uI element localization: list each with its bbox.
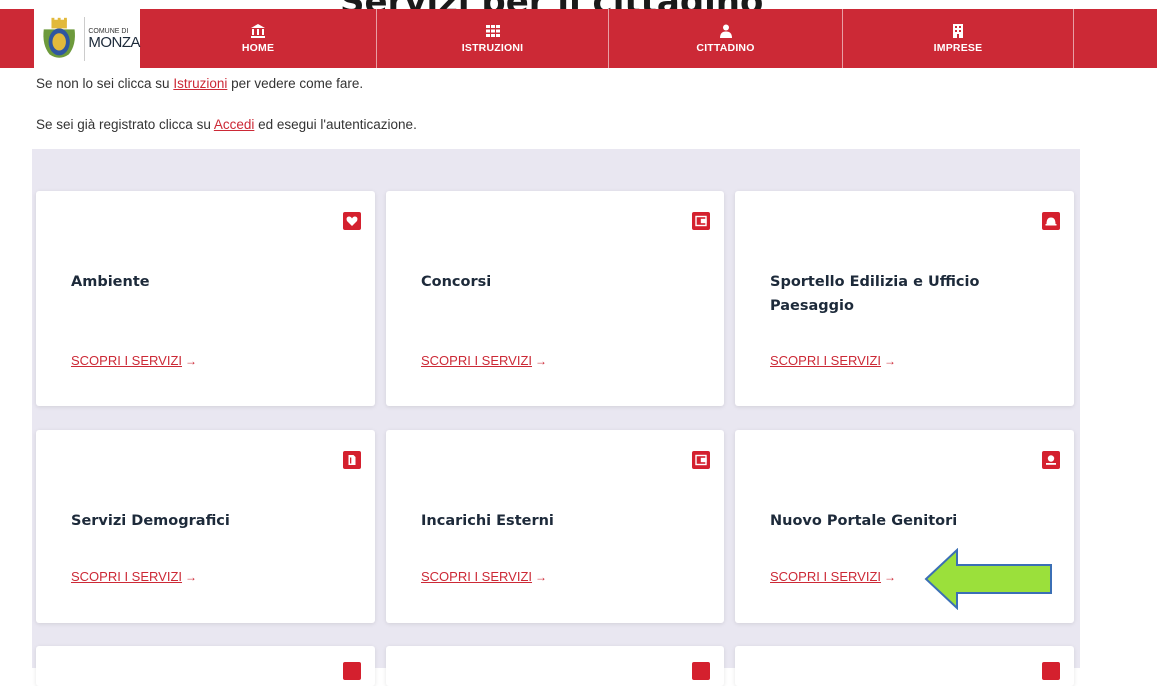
arrow-right-icon: → — [884, 354, 897, 368]
discover-services-link[interactable]: SCOPRI I SERVIZI → — [770, 353, 896, 368]
logo-line-2: MONZA — [88, 33, 140, 51]
accedi-link[interactable]: Accedi — [214, 117, 255, 132]
city-crest-icon — [43, 17, 75, 58]
nav-cittadino[interactable]: CITTADINO — [609, 9, 843, 68]
service-card-edilizia[interactable]: Sportello Edilizia e Ufficio Paesaggio S… — [735, 191, 1074, 406]
intro-text: ed esegui l'autenticazione. — [254, 117, 417, 132]
service-card-concorsi[interactable]: Concorsi SCOPRI I SERVIZI → — [386, 191, 724, 406]
service-card-incarichi[interactable]: Incarichi Esterni SCOPRI I SERVIZI → — [386, 430, 724, 623]
discover-services-link[interactable]: SCOPRI I SERVIZI → — [770, 569, 896, 584]
service-card-partial[interactable] — [735, 646, 1074, 686]
card-title: Nuovo Portale Genitori — [770, 513, 958, 529]
card-title: Servizi Demografici — [71, 513, 230, 529]
discover-services-link[interactable]: SCOPRI I SERVIZI → — [421, 569, 547, 584]
logo[interactable]: COMUNE DI MONZA — [34, 9, 140, 68]
discover-services-label: SCOPRI I SERVIZI — [770, 353, 882, 368]
building-icon — [953, 23, 963, 38]
grid-icon — [485, 24, 500, 37]
nav-istruzioni[interactable]: ISTRUZIONI — [377, 9, 609, 68]
logo-divider — [84, 16, 86, 61]
arrow-right-icon: → — [185, 570, 198, 584]
arrow-right-icon: → — [535, 354, 548, 368]
arrow-right-icon: → — [535, 570, 548, 584]
card-title: Incarichi Esterni — [421, 513, 554, 529]
wallet-icon — [692, 451, 710, 469]
nav-cittadino-label: CITTADINO — [696, 41, 755, 54]
intro-text: per vedere come fare. — [227, 76, 364, 91]
logo-text: COMUNE DI MONZA — [88, 28, 140, 50]
bank-icon — [251, 23, 265, 38]
nav-imprese-label: IMPRESE — [933, 41, 983, 54]
card-title: Sportello Edilizia e Ufficio Paesaggio — [770, 274, 980, 314]
laptop-person-icon — [1042, 451, 1060, 469]
intro-line-login: Se sei già registrato clicca su Accedi e… — [36, 117, 417, 132]
discover-services-link[interactable]: SCOPRI I SERVIZI → — [71, 569, 197, 584]
helmet-icon — [1042, 212, 1060, 230]
arrow-right-icon: → — [185, 354, 198, 368]
discover-services-link[interactable]: SCOPRI I SERVIZI → — [71, 353, 197, 368]
card-title: Concorsi — [421, 274, 492, 290]
intro-text: Se non lo sei clicca su — [36, 76, 174, 91]
discover-services-label: SCOPRI I SERVIZI — [421, 569, 533, 584]
wallet-icon — [692, 212, 710, 230]
discover-services-label: SCOPRI I SERVIZI — [71, 353, 183, 368]
arrow-right-icon: → — [884, 570, 897, 584]
top-navbar: COMUNE DI MONZA HOME ISTRUZIONI CITTADIN… — [0, 9, 1157, 68]
nav-imprese[interactable]: IMPRESE — [843, 9, 1074, 68]
nav-home-label: HOME — [241, 41, 275, 54]
service-card-demografici[interactable]: Servizi Demografici SCOPRI I SERVIZI → — [36, 430, 375, 623]
document-icon — [343, 451, 361, 469]
service-card-partial[interactable] — [386, 646, 724, 686]
service-icon — [692, 662, 710, 680]
intro-line-instructions: Se non lo sei clicca su Istruzioni per v… — [36, 76, 363, 91]
service-card-partial[interactable] — [36, 646, 375, 686]
service-icon — [1042, 662, 1060, 680]
discover-services-label: SCOPRI I SERVIZI — [770, 569, 882, 584]
green-arrow-annotation-icon — [924, 548, 1052, 610]
heart-leaf-icon — [343, 212, 361, 230]
nav-istruzioni-label: ISTRUZIONI — [461, 41, 524, 54]
discover-services-label: SCOPRI I SERVIZI — [421, 353, 533, 368]
nav-home[interactable]: HOME — [140, 9, 377, 68]
istruzioni-link[interactable]: Istruzioni — [173, 76, 227, 91]
intro-text: Se sei già registrato clicca su — [36, 117, 214, 132]
card-title: Ambiente — [71, 274, 150, 290]
person-icon — [719, 24, 732, 38]
service-card-ambiente[interactable]: Ambiente SCOPRI I SERVIZI → — [36, 191, 375, 406]
discover-services-link[interactable]: SCOPRI I SERVIZI → — [421, 353, 547, 368]
discover-services-label: SCOPRI I SERVIZI — [71, 569, 183, 584]
service-icon — [343, 662, 361, 680]
